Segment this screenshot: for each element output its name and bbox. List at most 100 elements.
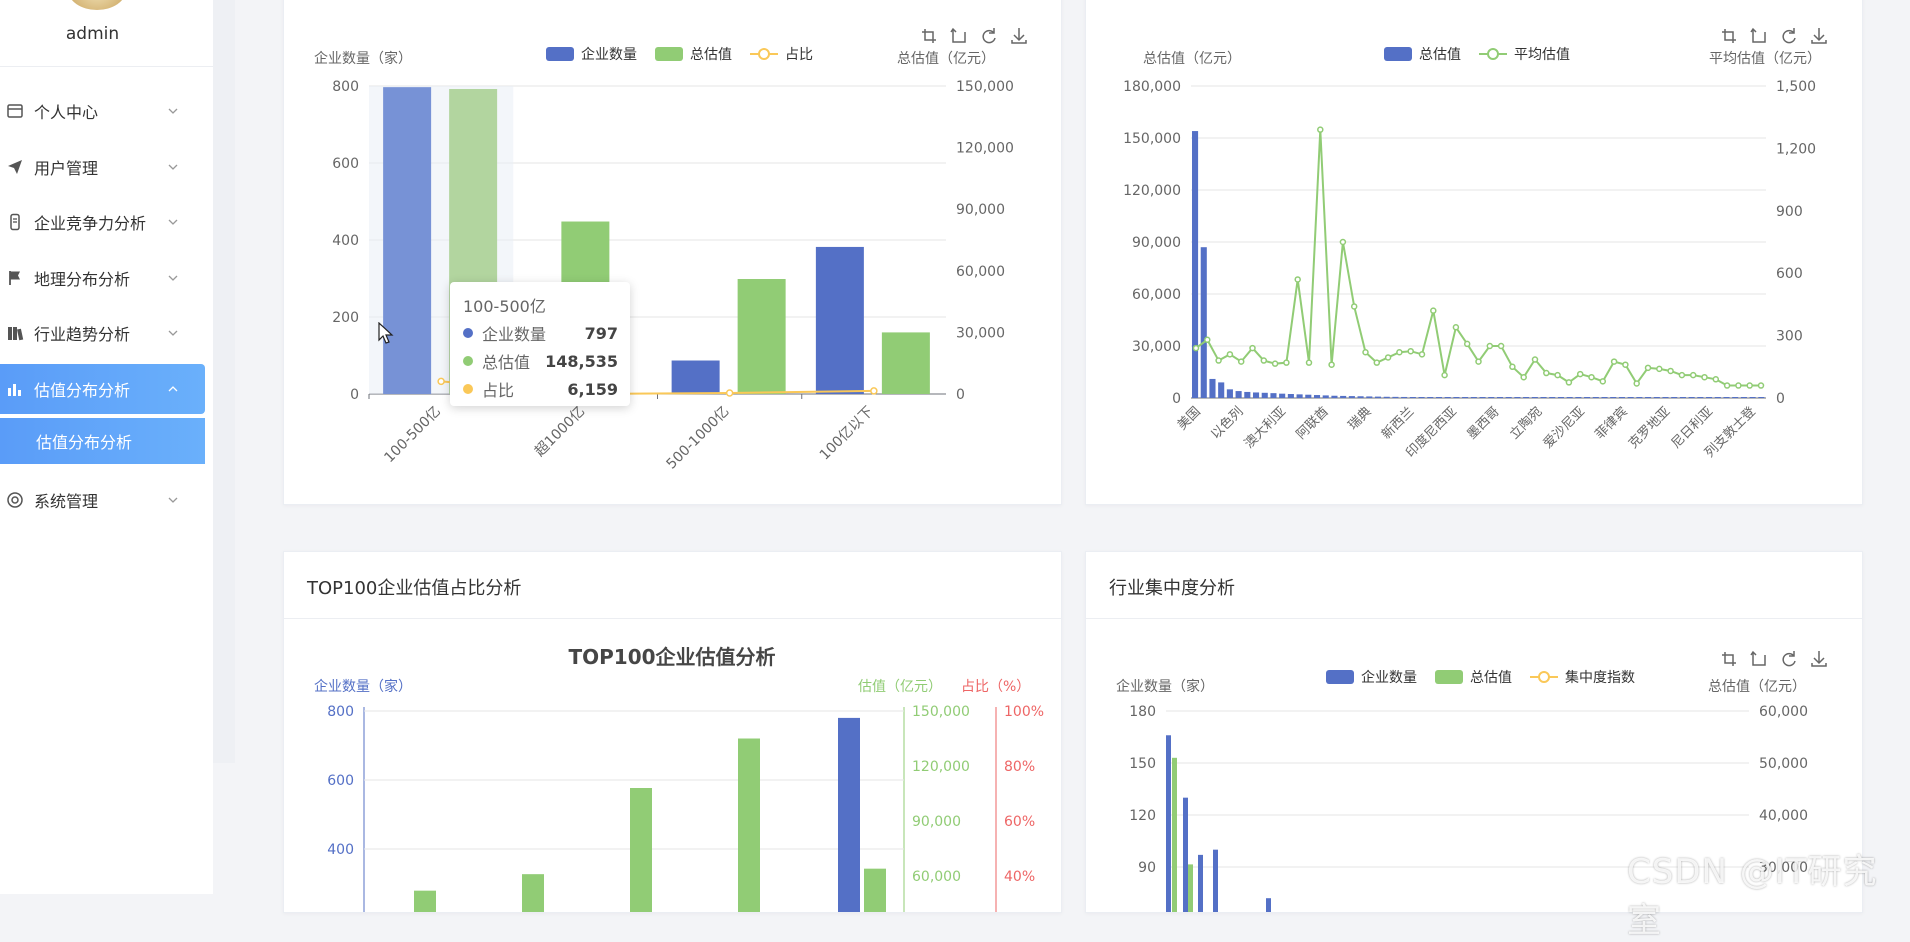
tooltip-series-name: 企业数量	[482, 325, 547, 344]
zoom-reset-icon[interactable]	[1749, 649, 1769, 669]
y-tick-label: 150,000	[1123, 131, 1181, 147]
bar-total-valuation	[1322, 395, 1329, 398]
sidebar-item-profile[interactable]: 个人中心	[0, 86, 205, 136]
x-tick-label: 500-1000亿	[664, 404, 733, 473]
y-tick-label: 150	[1129, 756, 1156, 772]
point-avg-valuation	[1497, 342, 1505, 350]
y2-axis-title: 总估值（亿元）	[1708, 679, 1806, 695]
restore-icon[interactable]	[1779, 649, 1799, 669]
bar-total-valuation	[1540, 397, 1547, 398]
bar-total-valuation	[1758, 397, 1765, 398]
point-avg-valuation	[1554, 371, 1561, 379]
chart-toolbox	[919, 26, 1029, 46]
point-avg-valuation	[1588, 373, 1595, 381]
y-tick-label: 30,000	[1132, 339, 1181, 355]
x-tick-label: 100-500亿	[381, 404, 444, 467]
y-axis-title: 企业数量（家）	[314, 50, 412, 67]
bar-company-count	[1198, 854, 1203, 912]
bar-total-valuation	[1505, 397, 1512, 398]
point-avg-valuation	[1520, 373, 1527, 381]
point-avg-valuation	[1441, 371, 1448, 379]
bar-total-valuation	[1409, 397, 1416, 398]
legend-item: 总估值	[1419, 47, 1461, 63]
chart-top100[interactable]: TOP100企业估值分析企业数量（家） 估值（亿元） 占比（%） 800 600 400 1…	[284, 552, 1061, 912]
y2-tick-label: 120,000	[956, 141, 1014, 157]
y-tick-label: 120,000	[1123, 183, 1181, 199]
y2-tick-label: 60,000	[1759, 704, 1808, 720]
bar-company-count	[1166, 735, 1171, 912]
bar-total-valuation	[1601, 397, 1608, 398]
bar-total-valuation	[1679, 397, 1686, 398]
bar-total-valuation	[1172, 757, 1177, 912]
zoom-icon[interactable]	[1719, 649, 1739, 669]
tooltip-title: 100-500亿	[463, 297, 546, 316]
sidebar-item-competitiveness[interactable]: 企业竞争力分析	[0, 197, 205, 247]
bar-total-valuation	[1305, 394, 1312, 398]
legend-item: 集中度指数	[1565, 669, 1635, 686]
bar-company-count	[383, 87, 432, 394]
bar-total-valuation	[1444, 397, 1451, 398]
zoom-icon[interactable]	[919, 26, 939, 46]
bar-company-count	[838, 717, 860, 912]
bar-total-valuation	[1740, 397, 1747, 398]
sidebar-item-users[interactable]: 用户管理	[0, 142, 205, 192]
sidebar-item-valuation[interactable]: 估值分布分析	[0, 364, 205, 414]
send-icon	[5, 157, 25, 177]
legend-dot	[463, 384, 473, 394]
y-tick-label: 90,000	[1132, 235, 1181, 251]
point-avg-valuation	[1283, 359, 1290, 366]
point-avg-valuation	[1407, 347, 1414, 355]
bar-valuation	[630, 788, 652, 912]
bar-total-valuation	[1714, 397, 1721, 398]
flag-icon	[5, 268, 25, 288]
bar-total-valuation	[1470, 397, 1477, 398]
y2-tick-label: 90,000	[956, 202, 1005, 218]
bar-company-count	[1266, 898, 1271, 912]
bar-company-count	[1183, 797, 1188, 912]
download-icon[interactable]	[1809, 26, 1829, 46]
zoom-reset-icon[interactable]	[949, 26, 969, 46]
chart-region-valuation[interactable]: 0 30,000 60,000 90,000 120,000 150,000 180,000…	[1086, 0, 1862, 504]
y-tick-label: 800	[332, 79, 359, 95]
zoom-icon[interactable]	[1719, 26, 1739, 46]
point-avg-valuation	[1362, 348, 1369, 356]
point-avg-valuation	[1509, 363, 1516, 371]
y2-tick-label: 60,000	[956, 264, 1005, 280]
point-avg-valuation	[1215, 357, 1222, 364]
point-avg-valuation	[1599, 378, 1607, 385]
legend-dot	[463, 356, 473, 366]
chevron-down-icon	[168, 108, 178, 114]
point-ratio	[437, 377, 445, 386]
submenu-item-valuation[interactable]: 估值分布分析	[0, 418, 205, 464]
download-icon[interactable]	[1809, 649, 1829, 669]
bar-total-valuation	[1706, 397, 1713, 398]
y2-tick-label: 900	[1776, 204, 1803, 220]
sidebar-item-geo[interactable]: 地理分布分析	[0, 253, 205, 303]
point-avg-valuation	[1350, 303, 1358, 310]
bar-total-valuation	[1366, 396, 1373, 398]
bar-total-valuation	[1313, 395, 1321, 398]
restore-icon[interactable]	[979, 26, 999, 46]
device-icon	[5, 212, 25, 232]
avatar[interactable]	[68, 0, 126, 10]
y-tick-label: 800	[327, 704, 354, 720]
point-avg-valuation	[1237, 358, 1245, 365]
x-tick-label: 新西兰	[1378, 404, 1417, 443]
chart-size-distribution[interactable]: 0 200 400 600 800 0 30,000 60,000 90,000 120,000 1…	[284, 0, 1061, 504]
bar-total-valuation	[1514, 397, 1521, 398]
point-avg-valuation	[1418, 351, 1426, 358]
point-avg-valuation	[1667, 367, 1674, 375]
sidebar-scrollbar[interactable]	[213, 0, 235, 763]
zoom-reset-icon[interactable]	[1749, 26, 1769, 46]
chevron-up-icon	[168, 386, 178, 392]
y-tick-label: 400	[332, 233, 359, 249]
sidebar-item-system[interactable]: 系统管理	[0, 475, 205, 525]
point-avg-valuation	[1565, 379, 1573, 386]
sidebar-item-trend[interactable]: 行业趋势分析	[0, 308, 205, 358]
bar-total-valuation	[1653, 397, 1660, 398]
download-icon[interactable]	[1009, 26, 1029, 46]
bar-valuation	[864, 868, 886, 912]
bar-total-valuation	[1252, 392, 1260, 398]
restore-icon[interactable]	[1779, 26, 1799, 46]
y2-tick-label: 600	[1776, 266, 1803, 282]
